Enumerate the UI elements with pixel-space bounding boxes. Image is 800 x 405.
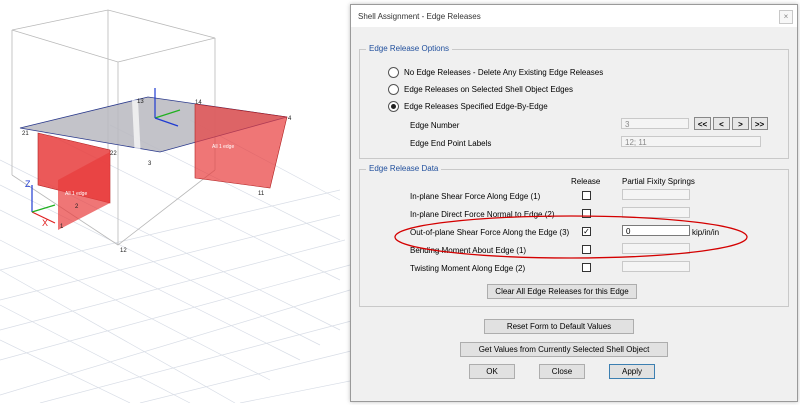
edge-end-labels-label: Edge End Point Labels — [410, 139, 492, 148]
edge-navigation: << < > >> — [694, 117, 774, 131]
radio-edge-by-edge[interactable]: Edge Releases Specified Edge-By-Edge — [388, 101, 548, 112]
svg-text:3: 3 — [148, 161, 152, 167]
radio-button[interactable] — [388, 84, 399, 95]
edge-end-labels-field: 12; 11 — [621, 136, 761, 147]
svg-text:11: 11 — [258, 191, 265, 197]
next-edge-button[interactable]: > — [732, 117, 749, 130]
svg-text:13: 13 — [137, 99, 144, 105]
radio-label: Edge Releases on Selected Shell Object E… — [404, 85, 573, 94]
get-values-button[interactable]: Get Values from Currently Selected Shell… — [460, 342, 668, 357]
release-row-label: Twisting Moment Along Edge (2) — [410, 264, 526, 273]
dialog-titlebar: Shell Assignment - Edge Releases × — [351, 5, 797, 27]
release-column-header: Release — [571, 177, 601, 186]
close-button[interactable]: Close — [539, 364, 585, 379]
ok-button[interactable]: OK — [469, 364, 515, 379]
released-wall-right — [194, 103, 288, 189]
annotation-ellipse — [394, 215, 748, 259]
radio-selected-edges[interactable]: Edge Releases on Selected Shell Object E… — [388, 84, 573, 95]
svg-text:12: 12 — [120, 248, 127, 254]
radio-no-releases[interactable]: No Edge Releases - Delete Any Existing E… — [388, 67, 603, 78]
group-label: Edge Release Options — [366, 44, 453, 53]
svg-text:4: 4 — [288, 116, 292, 122]
apply-button[interactable]: Apply — [609, 364, 655, 379]
release-checkbox[interactable] — [582, 191, 591, 200]
axis-label-x: X — [42, 218, 48, 228]
radio-button-selected[interactable] — [388, 101, 399, 112]
release-row-label: In-plane Shear Force Along Edge (1) — [410, 192, 541, 201]
svg-text:14: 14 — [195, 100, 202, 106]
group-label: Edge Release Data — [366, 164, 442, 173]
close-icon[interactable]: × — [779, 10, 793, 24]
previous-edge-button[interactable]: < — [713, 117, 730, 130]
radio-label: No Edge Releases - Delete Any Existing E… — [404, 68, 604, 77]
edge-tag: All 1 edge — [212, 144, 234, 150]
edge-releases-dialog: Shell Assignment - Edge Releases × Edge … — [350, 4, 798, 402]
reset-form-button[interactable]: Reset Form to Default Values — [484, 319, 634, 334]
edge-tag: All 1 edge — [65, 191, 87, 197]
springs-column-header: Partial Fixity Springs — [622, 177, 695, 186]
last-edge-button[interactable]: >> — [751, 117, 768, 130]
clear-releases-button[interactable]: Clear All Edge Releases for this Edge — [487, 284, 637, 299]
radio-button[interactable] — [388, 67, 399, 78]
axis-label-z: Z — [25, 179, 31, 189]
edge-number-label: Edge Number — [410, 121, 460, 130]
spring-field — [622, 189, 690, 200]
svg-text:22: 22 — [110, 151, 117, 157]
radio-label: Edge Releases Specified Edge-By-Edge — [404, 102, 548, 111]
dialog-title: Shell Assignment - Edge Releases — [358, 12, 481, 21]
first-edge-button[interactable]: << — [694, 117, 711, 130]
svg-text:21: 21 — [22, 131, 29, 137]
edge-number-field[interactable]: 3 — [621, 118, 689, 129]
